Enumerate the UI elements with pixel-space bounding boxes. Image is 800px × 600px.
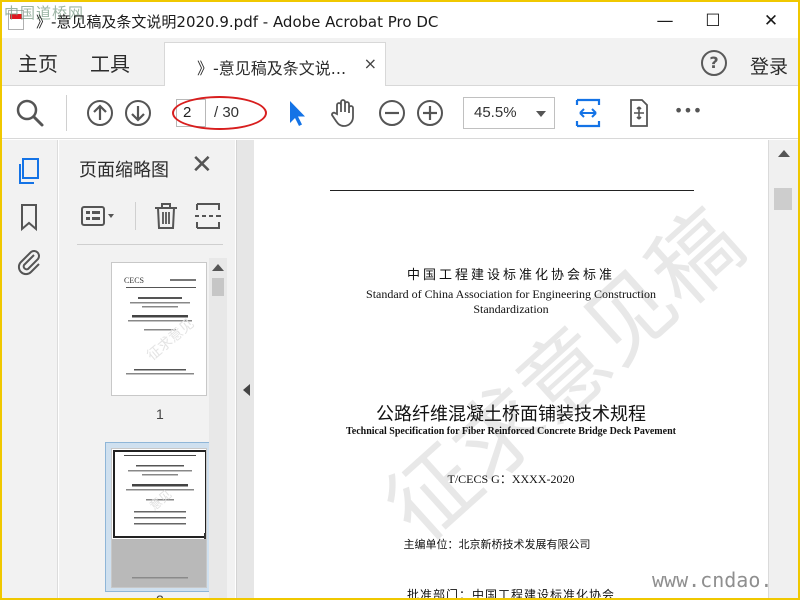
page-thumbnail-2[interactable]: 意见 [111, 448, 207, 588]
panel-title: 页面缩略图 [79, 160, 169, 181]
standard-org-cn: 中国工程建设标准化协会标准 [406, 268, 615, 283]
document-tab-label: 》-意见稿及条文说... [197, 59, 347, 78]
minimize-button[interactable]: — [650, 8, 680, 34]
standard-org-en-line1: Standard of China Association for Engine… [366, 287, 656, 301]
document-page: 征求意见稿 中国工程建设标准化协会标准 Standard of China As… [254, 140, 768, 598]
tab-tools[interactable]: 工具 [90, 48, 130, 77]
thumbnail-panel: 页面缩略图 ✕ CECS 征求意见 1 意见 [59, 140, 235, 598]
scroll-up-icon[interactable] [778, 150, 790, 157]
zoom-in-icon[interactable] [414, 97, 446, 129]
zoom-out-icon[interactable] [376, 97, 408, 129]
svg-text:征求意见: 征求意见 [144, 315, 198, 364]
document-scrollbar[interactable] [768, 140, 798, 598]
page-highlight-ring [172, 96, 267, 130]
page-thumbnails-icon[interactable] [14, 156, 44, 186]
zoom-select[interactable]: 45.5% [463, 97, 555, 129]
scroll-up-icon[interactable] [212, 264, 224, 271]
standard-title-en: Technical Specification for Fiber Reinfo… [346, 426, 676, 437]
thumbnail-page-2-preview: 意见 [112, 450, 206, 587]
previous-page-icon[interactable] [84, 97, 116, 129]
document-scrollbar-thumb[interactable] [774, 188, 792, 210]
panel-divider-vertical [135, 202, 136, 230]
sign-in-button[interactable]: 登录 [750, 52, 788, 79]
hand-tool-icon[interactable] [327, 97, 359, 129]
chief-editor-unit: 主编单位：北京新桥技术发展有限公司 [403, 538, 591, 551]
trash-icon[interactable] [151, 200, 181, 232]
panel-divider [77, 244, 223, 245]
thumbnail-options-icon[interactable] [79, 200, 119, 232]
more-tools-icon[interactable]: ••• [672, 97, 704, 129]
toolbar-divider [66, 95, 67, 131]
search-icon[interactable] [14, 97, 46, 129]
fit-width-icon[interactable] [572, 97, 604, 129]
panel-scrollbar[interactable] [209, 258, 227, 598]
chevron-down-icon [536, 111, 546, 117]
window-title: 》-意见稿及条文说明2020.9.pdf - Adobe Acrobat Pro… [36, 13, 439, 31]
split-page-icon[interactable] [193, 200, 223, 232]
page-thumbnail-1[interactable]: CECS 征求意见 [111, 262, 207, 396]
left-rail [2, 140, 58, 598]
svg-text:CECS: CECS [124, 276, 144, 285]
zoom-value: 45.5% [474, 104, 517, 121]
standard-org-en-line2: Standardization [473, 302, 549, 316]
thumbnail-page-1-preview: CECS 征求意见 [124, 276, 198, 375]
header-rule [330, 190, 694, 191]
bookmark-icon[interactable] [14, 202, 44, 232]
collapse-panel-icon[interactable] [243, 384, 250, 396]
next-page-icon[interactable] [122, 97, 154, 129]
tab-home[interactable]: 主页 [18, 48, 58, 77]
rotate-view-icon[interactable] [622, 97, 654, 129]
thumbnail-label-2: 2 [156, 592, 164, 598]
tab-bar: 主页 工具 》-意见稿及条文说... × ? 登录 [2, 38, 798, 86]
acrobat-window: 中国道桥网 》-意见稿及条文说明2020.9.pdf - Adobe Acrob… [2, 2, 798, 598]
title-bar: 中国道桥网 》-意见稿及条文说明2020.9.pdf - Adobe Acrob… [2, 2, 798, 38]
standard-code: T/CECS G：XXXX-2020 [447, 472, 575, 486]
close-tab-button[interactable]: × [364, 54, 377, 73]
panel-splitter[interactable] [236, 140, 254, 598]
site-url-watermark: www.cndao.com [652, 568, 768, 592]
help-icon[interactable]: ? [701, 50, 727, 76]
panel-scrollbar-thumb[interactable] [212, 278, 224, 296]
toolbar: 2 / 30 45.5% ••• [2, 87, 798, 139]
draft-watermark: 征求意见稿 [366, 189, 763, 561]
select-arrow-icon[interactable] [281, 97, 313, 129]
tab-document[interactable]: 》-意见稿及条文说... × [164, 42, 386, 86]
close-window-button[interactable]: ✕ [756, 8, 786, 34]
thumbnail-label-1: 1 [156, 406, 164, 422]
maximize-button[interactable]: ☐ [698, 8, 728, 34]
close-panel-button[interactable]: ✕ [191, 150, 213, 180]
attachment-icon[interactable] [14, 246, 44, 276]
standard-title-cn: 公路纤维混凝土桥面铺装技术规程 [376, 404, 646, 425]
